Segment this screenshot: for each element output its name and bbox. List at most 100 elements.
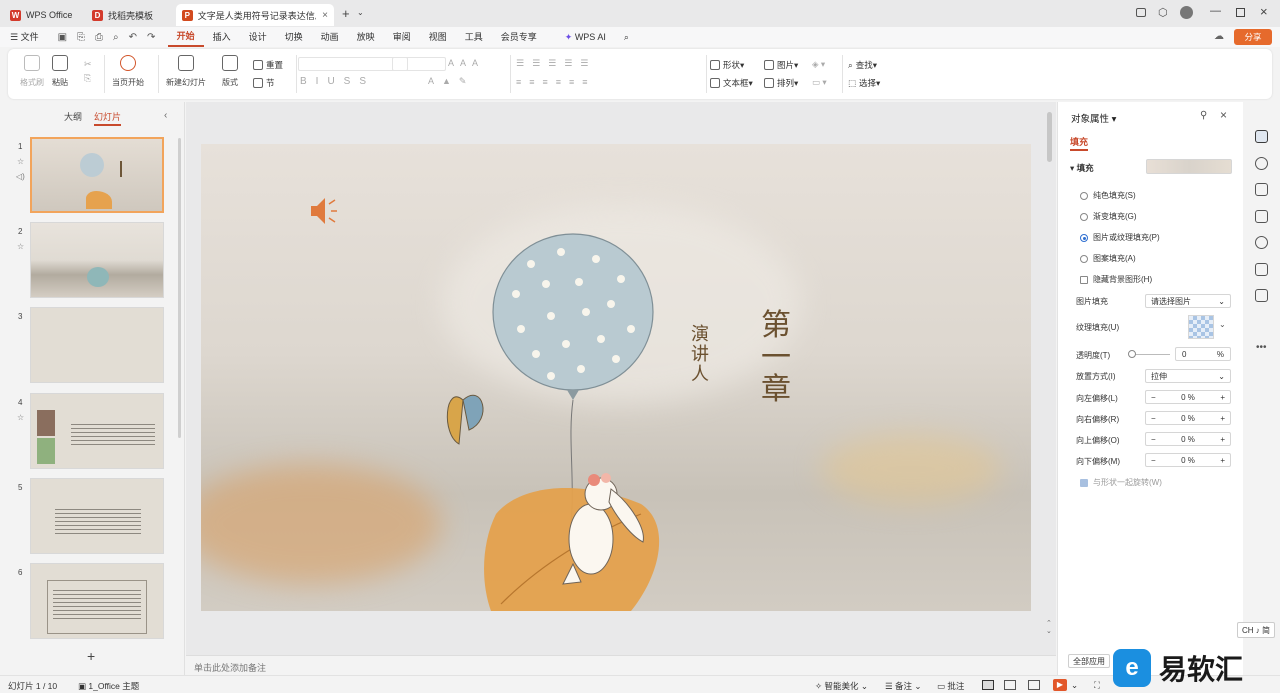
avatar[interactable] <box>1180 6 1193 19</box>
play-from-current-button[interactable]: 当页开始 <box>112 55 144 88</box>
offset-bottom-stepper[interactable]: − 0 % + <box>1145 453 1231 467</box>
fill-option-picture[interactable]: 图片或纹理填充(P) <box>1080 232 1160 243</box>
placement-select[interactable]: 拉伸 ⌄ <box>1145 369 1231 383</box>
offset-top-stepper[interactable]: − 0 % + <box>1145 432 1231 446</box>
reading-view-icon[interactable] <box>1028 680 1040 690</box>
sorter-view-icon[interactable] <box>1004 680 1016 690</box>
minus-icon[interactable]: − <box>1151 414 1156 423</box>
tab-slides[interactable]: 幻灯片 <box>94 110 122 126</box>
font-size-adjust-buttons[interactable]: AAA <box>448 58 484 68</box>
slide-thumbnail-3[interactable] <box>30 307 164 383</box>
font-color-buttons[interactable]: A▲✎ <box>428 76 474 87</box>
page-nav-arrows[interactable]: ⌃ ⌄ <box>1046 620 1052 636</box>
menu-tools[interactable]: 工具 <box>456 27 492 47</box>
new-tab-button[interactable]: + <box>342 6 350 21</box>
cut-icon[interactable]: ✂ <box>84 57 92 71</box>
menu-transition[interactable]: 切换 <box>276 27 312 47</box>
tab-wps-office[interactable]: W WPS Office <box>4 4 84 26</box>
cube-icon[interactable]: ⬡ <box>1158 6 1168 19</box>
tab-fill[interactable]: 填充 <box>1070 135 1089 151</box>
apply-all-button[interactable]: 全部应用 <box>1068 654 1110 668</box>
minus-icon[interactable]: − <box>1151 393 1156 402</box>
slideshow-play-icon[interactable]: ▶ <box>1053 679 1067 691</box>
print-icon[interactable]: ⎙ <box>95 32 103 43</box>
paragraph-align-buttons[interactable]: ≡≡≡≡≡≡ <box>516 77 596 87</box>
menu-member[interactable]: 会员专享 <box>492 27 546 47</box>
current-slide[interactable]: 第 一 章 演 讲 人 <box>201 144 1031 611</box>
rotate-with-shape-checkbox[interactable]: 与形状一起旋转(W) <box>1080 477 1162 488</box>
minimize-icon[interactable]: — <box>1210 5 1221 17</box>
search-icon[interactable]: ⌕ <box>615 27 638 47</box>
share-button[interactable]: 分享 <box>1234 29 1272 45</box>
menu-home[interactable]: 开始 <box>167 27 204 47</box>
properties-icon[interactable] <box>1255 130 1268 143</box>
section-button[interactable]: 节 <box>253 77 275 89</box>
transparency-input[interactable]: 0% <box>1175 347 1231 361</box>
redo-icon[interactable]: ↷ <box>147 32 155 43</box>
plus-icon[interactable]: + <box>1220 393 1225 402</box>
slide-thumbnail-1[interactable] <box>30 137 164 213</box>
select-button[interactable]: ⬚ 选择 ▾ <box>848 77 880 89</box>
preview-icon[interactable]: ⌕ <box>113 32 119 43</box>
slide-thumbnail-5[interactable] <box>30 478 164 554</box>
chevron-down-icon[interactable]: ⌄ <box>1219 320 1226 329</box>
paragraph-list-buttons[interactable]: ☰☰☰☰☰ <box>516 58 596 69</box>
save-icon[interactable]: ▣ <box>58 32 67 43</box>
checkbox[interactable] <box>1080 275 1088 284</box>
undo-icon[interactable]: ↶ <box>129 32 137 43</box>
radio-picture[interactable] <box>1080 233 1088 242</box>
fill-option-solid[interactable]: 纯色填充(S) <box>1080 190 1136 201</box>
transparency-slider[interactable] <box>1130 354 1170 355</box>
reset-button[interactable]: 重置 <box>253 59 283 71</box>
slide-thumbnail-2[interactable] <box>30 222 164 298</box>
comments-button[interactable]: ▭ 批注 <box>937 680 964 692</box>
fit-window-icon[interactable]: ⛶ <box>1094 680 1100 691</box>
layout-button[interactable]: 版式 <box>222 55 238 88</box>
fill-preview-dropdown[interactable] <box>1146 159 1232 174</box>
normal-view-icon[interactable] <box>982 680 994 690</box>
paste-button[interactable]: 粘贴 <box>52 55 68 88</box>
speaker-icon[interactable] <box>311 198 337 224</box>
thumbnail-scrollbar[interactable] <box>178 138 181 438</box>
radio-solid[interactable] <box>1080 191 1088 200</box>
offset-right-stepper[interactable]: − 0 % + <box>1145 411 1231 425</box>
format-painter-button[interactable]: 格式刷 <box>20 55 44 88</box>
menu-wps-ai[interactable]: ✦ WPS AI <box>556 27 615 47</box>
theme-name[interactable]: ▣ 1_Office 主题 <box>78 680 139 692</box>
tab-outline[interactable]: 大纲 <box>64 110 82 126</box>
arrange-button[interactable]: 排列 ▾ <box>764 77 798 89</box>
tab-template[interactable]: D 找稻壳模板 <box>86 4 172 26</box>
menu-view[interactable]: 视图 <box>420 27 456 47</box>
window-layout-icon[interactable] <box>1136 8 1146 17</box>
menu-design[interactable]: 设计 <box>240 27 276 47</box>
close-tab-icon[interactable]: × <box>322 10 328 21</box>
ime-indicator[interactable]: CH ♪ 简 <box>1237 622 1275 638</box>
menu-insert[interactable]: 插入 <box>204 27 240 47</box>
cloud-sync-icon[interactable]: ☁ <box>1214 31 1224 42</box>
radio-gradient[interactable] <box>1080 212 1088 221</box>
slideshow-options-icon[interactable]: ⌄ <box>1071 680 1078 691</box>
plus-icon[interactable]: + <box>1220 456 1225 465</box>
more-icon[interactable]: ••• <box>1256 342 1267 353</box>
slider-handle[interactable] <box>1128 350 1136 358</box>
font-size-select[interactable] <box>392 57 446 71</box>
maximize-icon[interactable] <box>1236 8 1245 17</box>
shape-button[interactable]: 形状 ▾ <box>710 59 744 71</box>
plus-icon[interactable]: + <box>1220 435 1225 444</box>
picture-icon[interactable] <box>1255 210 1268 223</box>
textbox-button[interactable]: 文本框 ▾ <box>710 77 753 89</box>
close-window-icon[interactable]: × <box>1260 4 1268 19</box>
tools-icon[interactable] <box>1255 236 1268 249</box>
new-slide-button[interactable]: 新建幻灯片 <box>166 55 206 88</box>
pin-icon[interactable]: ⚲ <box>1200 110 1207 121</box>
slide-title[interactable]: 第 一 章 <box>759 310 793 406</box>
outline-color-button[interactable]: ▭ ▾ <box>812 77 827 88</box>
texture-picker[interactable] <box>1188 315 1214 339</box>
picture-button[interactable]: 图片 ▾ <box>764 59 798 71</box>
plus-icon[interactable]: + <box>1220 414 1225 423</box>
menu-animation[interactable]: 动画 <box>312 27 348 47</box>
notes-area[interactable]: 单击此处添加备注 <box>186 655 1056 675</box>
radio-pattern[interactable] <box>1080 254 1088 263</box>
assistant-icon[interactable] <box>1255 289 1268 302</box>
canvas-scrollbar[interactable] <box>1047 112 1052 162</box>
